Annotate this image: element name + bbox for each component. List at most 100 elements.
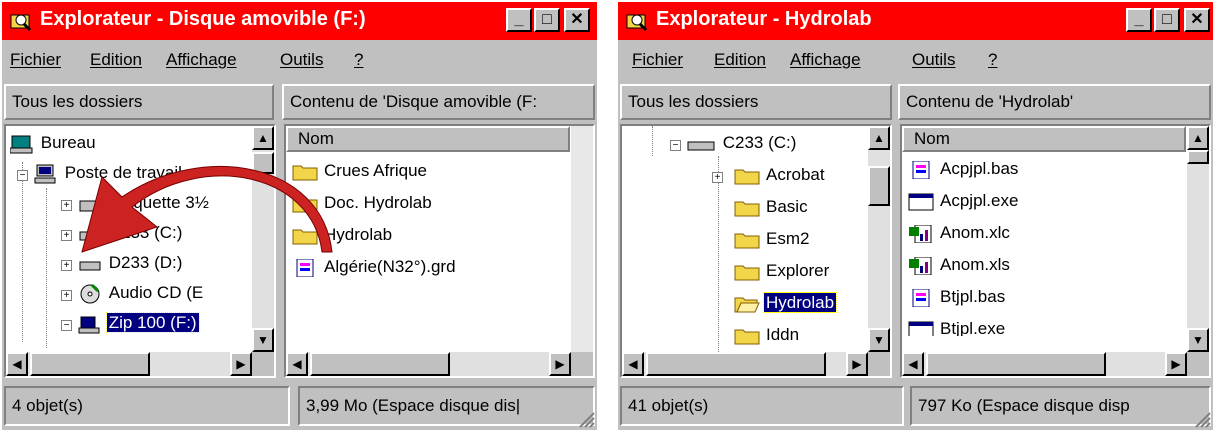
menu-bar: Fichier Edition Affichage Outils ? — [618, 42, 1213, 76]
column-header-nom[interactable]: Nom — [286, 126, 570, 152]
tree-item-c233[interactable]: C233 (C:) — [686, 130, 798, 156]
title-bar[interactable]: Explorateur - Hydrolab _ □ ✕ — [618, 2, 1213, 40]
file-item[interactable]: Btjpl.bas — [908, 284, 1007, 310]
explorer-app-icon — [626, 14, 648, 32]
computer-icon — [34, 164, 56, 184]
scroll-left-button[interactable]: ◀ — [286, 352, 308, 376]
menu-edition[interactable]: Edition — [90, 50, 142, 70]
minimize-button[interactable]: _ — [1126, 8, 1152, 32]
close-button[interactable]: ✕ — [1184, 8, 1210, 32]
scroll-right-button[interactable]: ▶ — [549, 352, 571, 376]
expand-toggle[interactable]: + — [61, 290, 72, 301]
folder-icon — [734, 233, 760, 249]
file-item[interactable]: Anom.xlc — [908, 220, 1012, 246]
menu-fichier[interactable]: Fichier — [632, 50, 683, 70]
exe-icon — [908, 193, 934, 211]
scroll-down-button[interactable]: ▼ — [252, 328, 274, 352]
scroll-right-button[interactable]: ▶ — [1165, 352, 1187, 376]
explorer-app-icon — [10, 14, 32, 32]
collapse-toggle[interactable]: − — [17, 170, 28, 181]
tree-item-audio-cd[interactable]: Audio CD (E — [78, 280, 205, 306]
resize-grip-icon[interactable] — [577, 410, 595, 428]
content-vertical-scrollbar[interactable] — [571, 126, 593, 352]
tree-item-iddn[interactable]: Iddn — [734, 322, 801, 348]
drag-arrow-icon — [81, 166, 333, 253]
content-pane-header: Contenu de 'Hydrolab' — [898, 84, 1211, 120]
menu-bar: Fichier Edition Affichage Outils ? — [2, 42, 597, 76]
file-item[interactable]: Anom.xls — [908, 252, 1012, 278]
folder-icon — [734, 201, 760, 217]
window-title: Explorateur - Hydrolab — [656, 8, 872, 30]
scroll-up-button[interactable]: ▲ — [1187, 126, 1209, 150]
menu-affichage[interactable]: Affichage — [166, 50, 237, 70]
scroll-thumb[interactable] — [926, 352, 1106, 376]
menu-outils[interactable]: Outils — [912, 50, 955, 70]
maximize-button[interactable]: □ — [1154, 8, 1180, 32]
minimize-button[interactable]: _ — [506, 8, 532, 32]
status-disk-space: 3,99 Mo (Espace disque dis| — [298, 386, 595, 426]
file-item[interactable]: Acpjpl.bas — [908, 156, 1020, 182]
scroll-left-button[interactable]: ◀ — [6, 352, 28, 376]
excel-chart-icon — [909, 224, 932, 243]
status-object-count: 41 objet(s) — [620, 386, 904, 426]
scroll-thumb[interactable] — [30, 352, 150, 376]
tree-item-basic[interactable]: Basic — [734, 194, 810, 220]
close-button[interactable]: ✕ — [564, 8, 590, 32]
tree-pane-header: Tous les dossiers — [620, 84, 892, 120]
menu-fichier[interactable]: Fichier — [10, 50, 61, 70]
tree-item-esm2[interactable]: Esm2 — [734, 226, 811, 252]
open-folder-icon — [734, 297, 760, 313]
window-title: Explorateur - Disque amovible (F:) — [40, 8, 366, 30]
folder-icon — [734, 329, 760, 345]
scroll-down-button[interactable]: ▼ — [868, 328, 890, 352]
scroll-down-button[interactable]: ▼ — [1187, 328, 1209, 352]
menu-help[interactable]: ? — [354, 50, 363, 70]
content-vertical-scrollbar[interactable]: ▲ ▼ — [1187, 126, 1209, 352]
menu-affichage[interactable]: Affichage — [790, 50, 861, 70]
source-file-icon — [912, 288, 930, 307]
content-pane-header: Contenu de 'Disque amovible (F: — [282, 84, 595, 120]
menu-edition[interactable]: Edition — [714, 50, 766, 70]
tree-horizontal-scrollbar[interactable]: ◀ ▶ — [622, 352, 868, 376]
expand-toggle[interactable]: + — [712, 172, 723, 183]
title-bar[interactable]: Explorateur - Disque amovible (F:) _ □ ✕ — [2, 2, 597, 40]
explorer-window-left: Explorateur - Disque amovible (F:) _ □ ✕… — [2, 2, 597, 430]
drive-icon — [687, 141, 715, 151]
scroll-up-button[interactable]: ▲ — [252, 126, 274, 150]
tree-vertical-scrollbar[interactable]: ▲ ▼ — [868, 126, 890, 352]
maximize-button[interactable]: □ — [534, 8, 560, 32]
file-item[interactable]: Btjpl.exe — [908, 316, 1007, 336]
scroll-thumb[interactable] — [868, 166, 890, 206]
collapse-toggle[interactable]: − — [670, 140, 681, 151]
folder-icon — [734, 265, 760, 281]
status-object-count: 4 objet(s) — [4, 386, 290, 426]
exe-icon — [908, 321, 934, 336]
scroll-right-button[interactable]: ▶ — [846, 352, 868, 376]
tree-item-zip[interactable]: Zip 100 (F:) — [78, 310, 200, 336]
zip-drive-icon — [78, 316, 100, 334]
column-header-nom[interactable]: Nom — [902, 126, 1186, 152]
content-horizontal-scrollbar[interactable]: ◀ ▶ — [286, 352, 571, 376]
excel-chart-icon — [909, 256, 932, 275]
folder-tree[interactable]: − C233 (C:) + Acrobat Basic Esm2 Explore… — [620, 124, 892, 378]
file-item[interactable]: Acpjpl.exe — [908, 188, 1020, 214]
tree-item-hydrolab[interactable]: Hydrolab — [734, 290, 838, 316]
menu-outils[interactable]: Outils — [280, 50, 323, 70]
resize-grip-icon[interactable] — [1193, 410, 1211, 428]
folder-icon — [734, 169, 760, 185]
tree-horizontal-scrollbar[interactable]: ◀ ▶ — [6, 352, 252, 376]
tree-item-acrobat[interactable]: Acrobat — [734, 162, 827, 188]
scroll-left-button[interactable]: ◀ — [902, 352, 924, 376]
scroll-left-button[interactable]: ◀ — [622, 352, 644, 376]
scroll-thumb[interactable] — [1187, 150, 1209, 164]
scroll-up-button[interactable]: ▲ — [868, 126, 890, 150]
scroll-thumb[interactable] — [646, 352, 826, 376]
scroll-right-button[interactable]: ▶ — [230, 352, 252, 376]
menu-help[interactable]: ? — [988, 50, 997, 70]
collapse-toggle[interactable]: − — [61, 320, 72, 331]
tree-item-explorer[interactable]: Explorer — [734, 258, 831, 284]
content-horizontal-scrollbar[interactable]: ◀ ▶ — [902, 352, 1187, 376]
scroll-thumb[interactable] — [310, 352, 450, 376]
file-list[interactable]: Nom Acpjpl.bas Acpjpl.exe Anom.xlc Anom.… — [900, 124, 1211, 378]
cd-icon — [80, 283, 100, 304]
